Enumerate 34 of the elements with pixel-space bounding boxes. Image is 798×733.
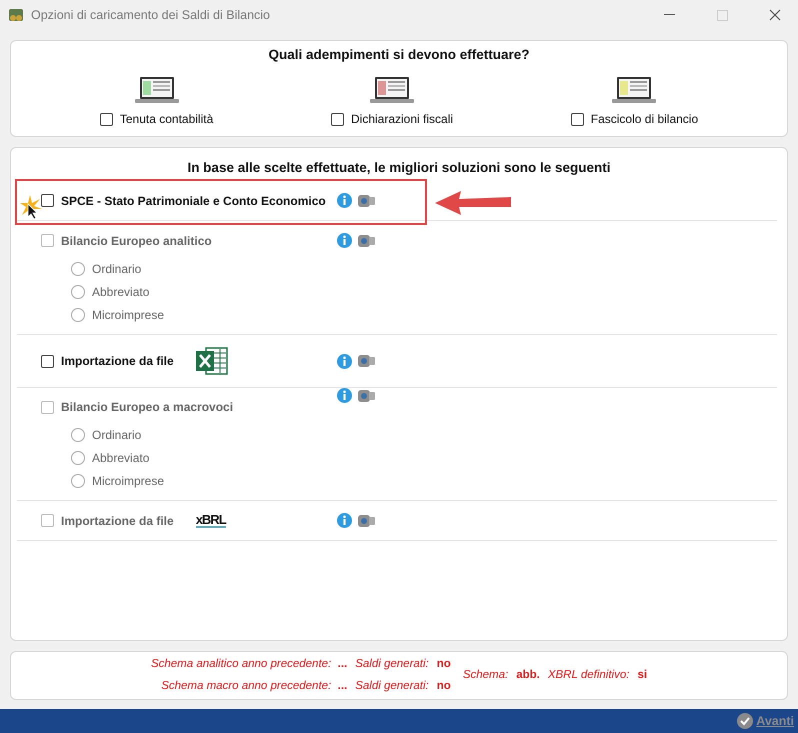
task-checkbox[interactable]: Fascicolo di bilancio — [570, 112, 698, 126]
spreadsheet-icon — [196, 347, 228, 375]
laptop-icon — [612, 76, 656, 104]
arrow-icon — [433, 189, 513, 217]
option-checkbox[interactable]: Importazione da file — [41, 354, 174, 368]
laptop-icon — [134, 76, 179, 104]
task-checkbox[interactable]: Tenuta contabilità — [100, 112, 214, 126]
click-burst-icon — [20, 195, 42, 219]
info-icon[interactable] — [337, 193, 352, 208]
minimize-icon — [664, 14, 674, 16]
status-value: no — [436, 680, 451, 693]
app-icon — [8, 7, 24, 23]
option-checkbox[interactable]: SPCE - Stato Patrimoniale e Conto Economico — [41, 194, 326, 208]
window-title: Opzioni di caricamento dei Saldi di Bilancio — [31, 8, 272, 22]
info-icon[interactable] — [337, 354, 352, 368]
status-label: Saldi generati: — [355, 658, 429, 671]
logo: xBRL — [196, 513, 226, 528]
video-camera-icon[interactable] — [358, 194, 375, 208]
status-text: Schema analitico anno precedente: ... — [150, 658, 348, 671]
status-label: Saldi generati: — [355, 680, 429, 693]
status-value: si — [637, 669, 648, 682]
status-value: no — [436, 658, 451, 671]
close-icon — [769, 9, 781, 21]
maximize-icon — [716, 10, 728, 20]
status-text: Schema macro anno precedente: ... — [161, 680, 348, 693]
task-checkbox[interactable]: Dichiarazioni fiscali — [330, 112, 454, 126]
video-camera-icon[interactable] — [358, 354, 375, 368]
section-heading: In base alle scelte effettuate, le migliori soluzioni sono le seguenti — [186, 159, 612, 177]
check-circle-icon — [737, 713, 754, 729]
section-heading: Quali adempimenti si devono effettuare? — [267, 46, 531, 62]
laptop-icon — [370, 76, 414, 104]
status-label: Schema: — [462, 669, 508, 682]
status-value: abb. — [516, 669, 540, 682]
status-label: XBRL definitivo: — [548, 669, 630, 682]
